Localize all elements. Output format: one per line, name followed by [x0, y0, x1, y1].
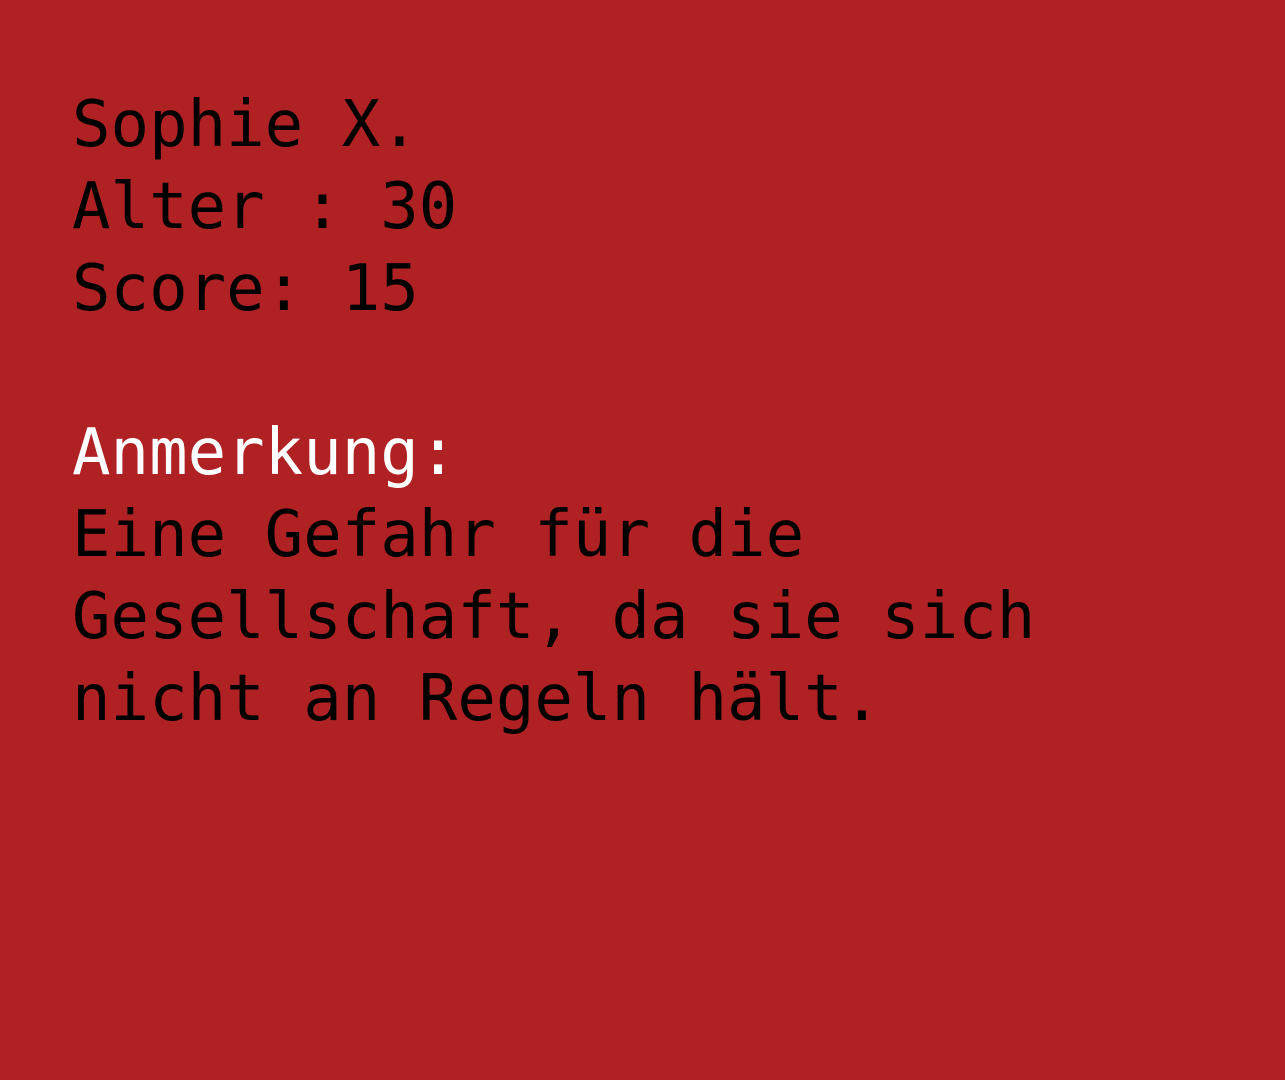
note-label: Anmerkung: [72, 416, 458, 490]
profile-score: Score: 15 [72, 252, 419, 326]
section-spacer [72, 330, 1285, 412]
profile-name: Sophie X. [72, 88, 419, 162]
profile-age: Alter : 30 [72, 170, 458, 244]
note-text: Eine Gefahr für die Gesellschaft, da sie… [72, 498, 1036, 736]
profile-card: Sophie X. Alter : 30 Score: 15 Anmerkung… [0, 0, 1285, 1080]
